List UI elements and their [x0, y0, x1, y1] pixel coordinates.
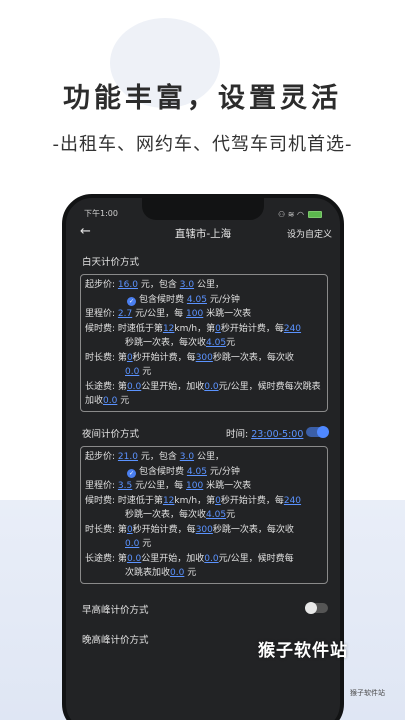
- morning-peak-title: 早高峰计价方式: [82, 605, 149, 616]
- status-icons: ⚇ ≋ ◠: [278, 208, 322, 220]
- night-mileage-meters-input[interactable]: 100: [186, 481, 203, 491]
- night-duration-interval-input[interactable]: 300: [196, 525, 213, 535]
- battery-icon: [308, 210, 322, 218]
- day-start-row: 起步价: 16.0 元，包含 3.0 公里，: [85, 280, 224, 290]
- morning-peak-toggle[interactable]: [305, 602, 328, 614]
- day-mileage-meters-input[interactable]: 100: [186, 309, 203, 319]
- night-waiting-included-row: ✓ 包含候时费 4.05 元/分钟: [127, 466, 240, 478]
- day-waiting-amount-input[interactable]: 4.05: [206, 338, 226, 348]
- day-waiting-interval-input[interactable]: 240: [284, 324, 301, 334]
- night-pricing-title: 夜间计价方式: [82, 429, 140, 440]
- night-mileage-row: 里程价: 3.5 元/公里，每 100 米跳一次表: [85, 481, 252, 491]
- day-long-km-input[interactable]: 0.0: [127, 382, 141, 392]
- phone-notch: [142, 198, 264, 220]
- toggle-knob: [305, 602, 317, 614]
- watermark: 猴子软件站: [258, 641, 348, 661]
- night-long-km-input[interactable]: 0.0: [127, 554, 141, 564]
- night-waiting-interval-input[interactable]: 240: [284, 496, 301, 506]
- promo-headline: 功能丰富，设置灵活: [63, 83, 342, 114]
- day-duration-amount-input[interactable]: 0.0: [125, 367, 139, 377]
- night-pricing-toggle[interactable]: [306, 426, 329, 438]
- night-waiting-amount-input[interactable]: 4.05: [206, 510, 226, 520]
- day-long-distance-row: 长途费: 第0.0公里开始，加收0.0元/公里，候时费每次跳表加收0.0 元: [85, 381, 321, 407]
- nav-bar: ← 直辖市-上海 设为自定义: [66, 224, 340, 246]
- day-duration-interval-input[interactable]: 300: [196, 353, 213, 363]
- day-mileage-price-input[interactable]: 2.7: [118, 309, 132, 319]
- night-waiting-included-input[interactable]: 4.05: [187, 467, 207, 477]
- day-long-wait-add-input[interactable]: 0.0: [103, 396, 117, 406]
- day-waiting-speed-input[interactable]: 12: [163, 324, 174, 334]
- day-duration-row: 时长费: 第0秒开始计费，每300秒跳一次表，每次收 0.0 元: [85, 352, 294, 378]
- evening-peak-title: 晚高峰计价方式: [82, 635, 149, 646]
- check-icon[interactable]: ✓: [127, 468, 136, 478]
- day-pricing-card: 起步价: 16.0 元，包含 3.0 公里， ✓ 包含候时费 4.05 元/分钟 …: [80, 274, 328, 412]
- day-pricing-title: 白天计价方式: [82, 257, 140, 268]
- check-icon[interactable]: ✓: [127, 296, 136, 306]
- night-waiting-speed-input[interactable]: 12: [163, 496, 174, 506]
- promo-subline: -出租车、网约车、代驾车司机首选-: [52, 134, 353, 155]
- watermark-small: 猴子软件站: [350, 689, 385, 697]
- day-mileage-row: 里程价: 2.7 元/公里，每 100 米跳一次表: [85, 309, 252, 319]
- status-time: 下午1:00: [84, 209, 118, 218]
- signal-wifi-icon: ⚇ ≋ ◠: [278, 209, 304, 219]
- morning-peak-row: 早高峰计价方式: [82, 602, 332, 616]
- night-long-distance-row: 长途费: 第0.0公里开始，加收0.0元/公里，候时费每 次跳表加收0.0 元: [85, 553, 294, 579]
- day-long-add-input[interactable]: 0.0: [204, 382, 218, 392]
- night-time-range: 时间: 23:00-5:00: [226, 429, 304, 440]
- night-pricing-card: 起步价: 21.0 元，包含 3.0 公里， ✓ 包含候时费 4.05 元/分钟 …: [80, 446, 328, 584]
- day-start-price-input[interactable]: 16.0: [118, 280, 138, 290]
- night-pricing-header: 夜间计价方式 时间: 23:00-5:00: [82, 426, 332, 440]
- night-waiting-row: 候时费: 时速低于第12km/h，第0秒开始计费，每240 秒跳一次表，每次收4…: [85, 495, 302, 521]
- set-custom-button[interactable]: 设为自定义: [287, 227, 332, 240]
- night-duration-row: 时长费: 第0秒开始计费，每300秒跳一次表，每次收 0.0 元: [85, 524, 294, 550]
- night-start-price-input[interactable]: 21.0: [118, 452, 138, 462]
- day-waiting-row: 候时费: 时速低于第12km/h，第0秒开始计费，每240 秒跳一次表，每次收4…: [85, 323, 302, 349]
- night-mileage-price-input[interactable]: 3.5: [118, 481, 132, 491]
- night-long-add-input[interactable]: 0.0: [204, 554, 218, 564]
- toggle-knob: [317, 426, 329, 438]
- night-time-range-input[interactable]: 23:00-5:00: [251, 429, 303, 440]
- day-start-km-input[interactable]: 3.0: [180, 280, 194, 290]
- night-long-wait-add-input[interactable]: 0.0: [170, 568, 184, 578]
- night-start-km-input[interactable]: 3.0: [180, 452, 194, 462]
- night-start-row: 起步价: 21.0 元，包含 3.0 公里，: [85, 452, 224, 462]
- night-duration-amount-input[interactable]: 0.0: [125, 539, 139, 549]
- day-waiting-included-row: ✓ 包含候时费 4.05 元/分钟: [127, 294, 240, 306]
- day-waiting-included-input[interactable]: 4.05: [187, 295, 207, 305]
